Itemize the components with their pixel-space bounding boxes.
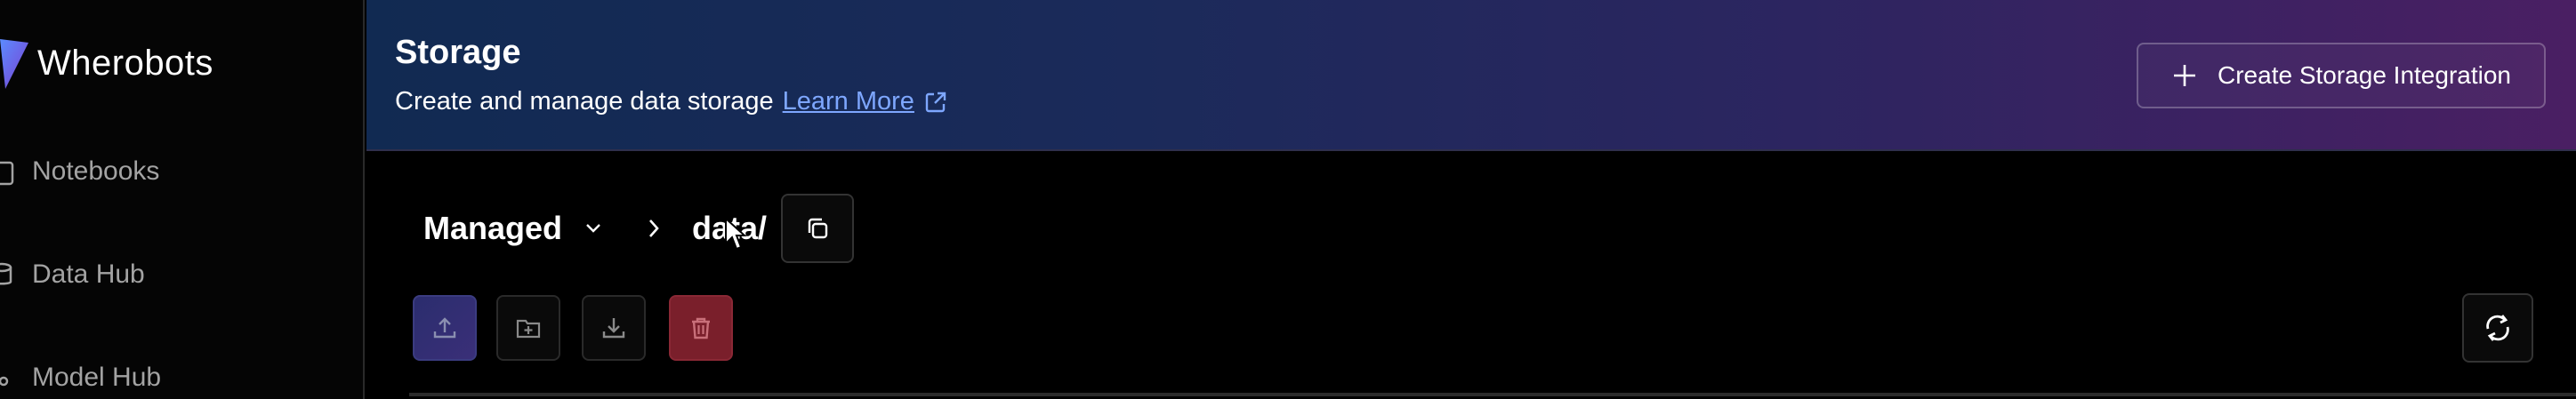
plus-icon (2174, 65, 2195, 86)
refresh-icon (2486, 315, 2509, 341)
create-button-label: Create Storage Integration (2218, 61, 2511, 89)
sidebar-item-label: Notebooks (32, 156, 160, 186)
database-icon (0, 262, 12, 285)
create-storage-integration-button[interactable]: Create Storage Integration (2137, 43, 2546, 108)
storage-type-dropdown[interactable]: Managed (423, 210, 605, 247)
notebook-icon (0, 161, 14, 186)
copy-icon (808, 218, 828, 239)
model-icon (0, 376, 9, 387)
delete-button[interactable] (669, 295, 733, 361)
download-button[interactable] (582, 295, 646, 361)
mouse-cursor-icon (725, 217, 747, 251)
app-window: Wherobots Notebooks Data Hub Model Hub S… (0, 0, 2576, 399)
upload-button[interactable] (413, 295, 477, 361)
copy-path-button[interactable] (781, 194, 855, 263)
download-icon (602, 318, 625, 339)
chevron-right-icon (649, 219, 659, 237)
brand-name: Wherobots (37, 43, 213, 83)
sidebar-item-notebooks[interactable]: Notebooks (0, 149, 159, 194)
page-header: Storage Create and manage data storage L… (366, 0, 2576, 151)
refresh-button[interactable] (2462, 293, 2533, 363)
upload-icon (433, 317, 456, 339)
divider (409, 393, 2576, 396)
chevron-down-icon (586, 224, 600, 233)
sidebar-item-label: Data Hub (32, 259, 145, 289)
storage-type-label: Managed (423, 210, 563, 246)
trash-icon (692, 317, 710, 339)
sidebar: Wherobots Notebooks Data Hub Model Hub (0, 0, 365, 399)
learn-more-link[interactable]: Learn More (783, 87, 948, 116)
wherobots-logo-icon (0, 39, 28, 89)
page-subtitle: Create and manage data storage Learn Mor… (395, 87, 948, 116)
page-title: Storage (395, 34, 521, 71)
sidebar-item-data-hub[interactable]: Data Hub (0, 252, 145, 297)
sidebar-item-model-hub[interactable]: Model Hub (0, 355, 161, 399)
new-folder-icon (516, 319, 541, 339)
brand-logo[interactable]: Wherobots (0, 34, 213, 92)
sidebar-item-label: Model Hub (32, 363, 162, 392)
learn-more-label: Learn More (782, 87, 914, 116)
subtitle-text: Create and manage data storage (395, 87, 774, 116)
new-folder-button[interactable] (496, 295, 560, 361)
breadcrumb: Managed data/ (423, 194, 855, 263)
external-link-icon (925, 92, 946, 112)
